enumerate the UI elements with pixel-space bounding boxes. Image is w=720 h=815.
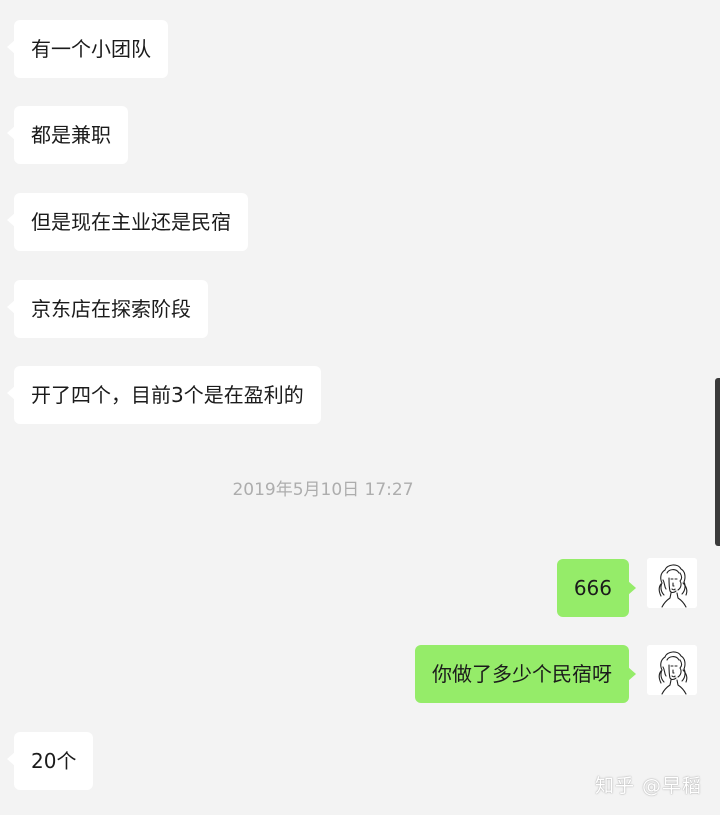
message-text: 20个: [31, 749, 77, 773]
message-text: 666: [573, 576, 612, 600]
message-bubble-incoming[interactable]: 有一个小团队: [7, 20, 168, 78]
message-text: 都是兼职: [31, 123, 111, 147]
message-text: 开了四个，目前3个是在盈利的: [31, 383, 304, 407]
message-bubble-incoming[interactable]: 都是兼职: [7, 106, 128, 164]
sketch-portrait-icon: [647, 645, 697, 695]
avatar[interactable]: [647, 558, 697, 608]
message-bubble-outgoing[interactable]: 666: [556, 559, 637, 617]
message-bubble-incoming[interactable]: 京东店在探索阶段: [7, 280, 208, 338]
message-bubble-incoming[interactable]: 20个: [6, 732, 94, 790]
message-bubble-incoming[interactable]: 开了四个，目前3个是在盈利的: [7, 366, 321, 424]
chat-area: 有一个小团队 都是兼职 但是现在主业还是民宿 京东店在探索阶段 开了四个，目前3…: [0, 0, 720, 815]
avatar[interactable]: [647, 645, 697, 695]
message-text: 但是现在主业还是民宿: [31, 210, 231, 234]
message-timestamp: 2019年5月10日 17:27: [232, 480, 414, 500]
message-text: 你做了多少个民宿呀: [432, 662, 612, 686]
message-text: 有一个小团队: [31, 37, 151, 61]
message-bubble-outgoing[interactable]: 你做了多少个民宿呀: [415, 645, 636, 703]
scrollbar[interactable]: [715, 378, 720, 546]
sketch-portrait-icon: [647, 558, 697, 608]
message-bubble-incoming[interactable]: 但是现在主业还是民宿: [7, 193, 248, 251]
message-text: 京东店在探索阶段: [31, 297, 191, 321]
watermark: 知乎 @早稻: [594, 775, 702, 797]
